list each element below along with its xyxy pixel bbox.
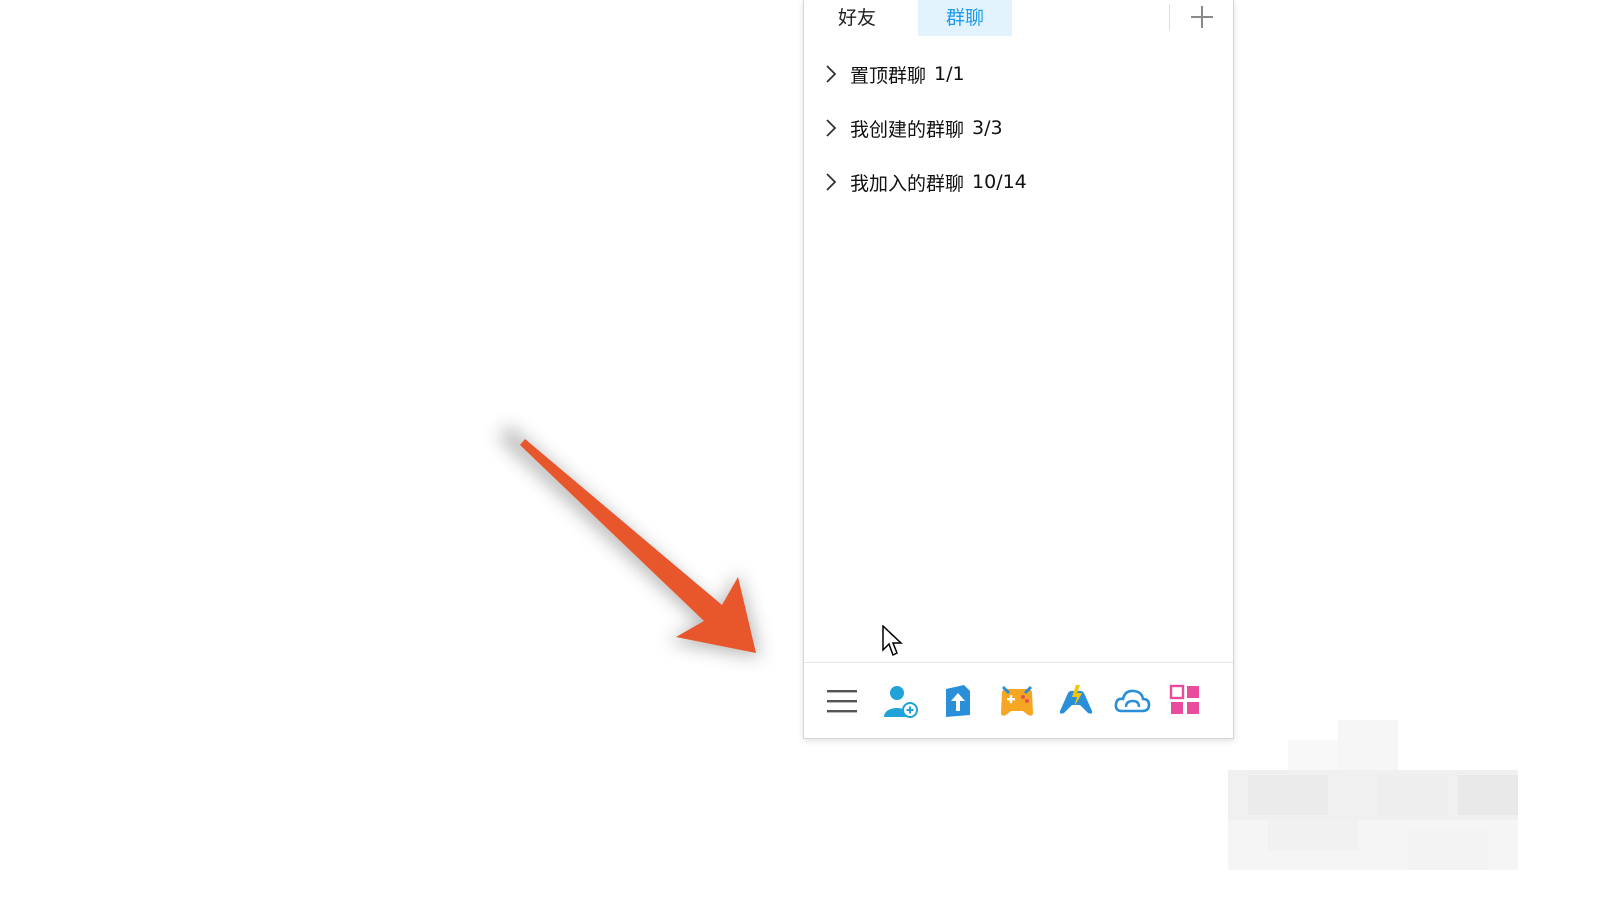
game-center-button[interactable] [997, 681, 1037, 721]
more-apps-button[interactable] [1166, 681, 1206, 721]
menu-button[interactable] [822, 681, 862, 721]
cloud-icon [1114, 689, 1151, 713]
mouse-cursor-icon [882, 625, 903, 657]
game-center-icon [1001, 685, 1033, 716]
chevron-right-icon [826, 173, 837, 191]
chevron-right-icon [826, 119, 837, 137]
group-category-count: 10/14 [972, 171, 1027, 193]
tab-bar: 好友 群聊 [804, 0, 1233, 36]
app-store-button[interactable] [938, 681, 978, 721]
group-category-name: 我创建的群聊 [850, 118, 965, 141]
tab-groups[interactable]: 群聊 [918, 0, 1012, 36]
tab-friends[interactable]: 好友 [824, 0, 890, 36]
cloud-button[interactable] [1112, 681, 1152, 721]
group-category-name: 我加入的群聊 [850, 172, 965, 195]
pixelated-blur-area [1228, 720, 1518, 870]
app-store-icon [946, 685, 970, 717]
group-category-count: 3/3 [972, 117, 1003, 139]
menu-icon [827, 690, 857, 713]
annotation-arrow-icon [500, 425, 760, 657]
group-category-name: 置顶群聊 [850, 64, 927, 87]
group-category-pinned[interactable]: 置顶群聊 1/1 [820, 57, 1220, 91]
bottom-toolbar [804, 662, 1233, 739]
game-icon [1059, 685, 1093, 714]
add-contact-icon [884, 686, 918, 718]
group-category-count: 1/1 [934, 63, 965, 85]
tab-divider [1169, 4, 1170, 30]
contacts-panel: 好友 群聊 置顶群聊 1/1 我创建的群聊 3/3 我加入的群聊 10/14 [803, 0, 1234, 739]
add-button[interactable] [1187, 2, 1217, 32]
add-contact-button[interactable] [880, 681, 920, 721]
group-category-joined[interactable]: 我加入的群聊 10/14 [820, 165, 1220, 199]
grid-icon [1169, 684, 1199, 714]
chevron-right-icon [826, 65, 837, 83]
group-category-created[interactable]: 我创建的群聊 3/3 [820, 111, 1220, 145]
game-button[interactable] [1056, 681, 1096, 721]
